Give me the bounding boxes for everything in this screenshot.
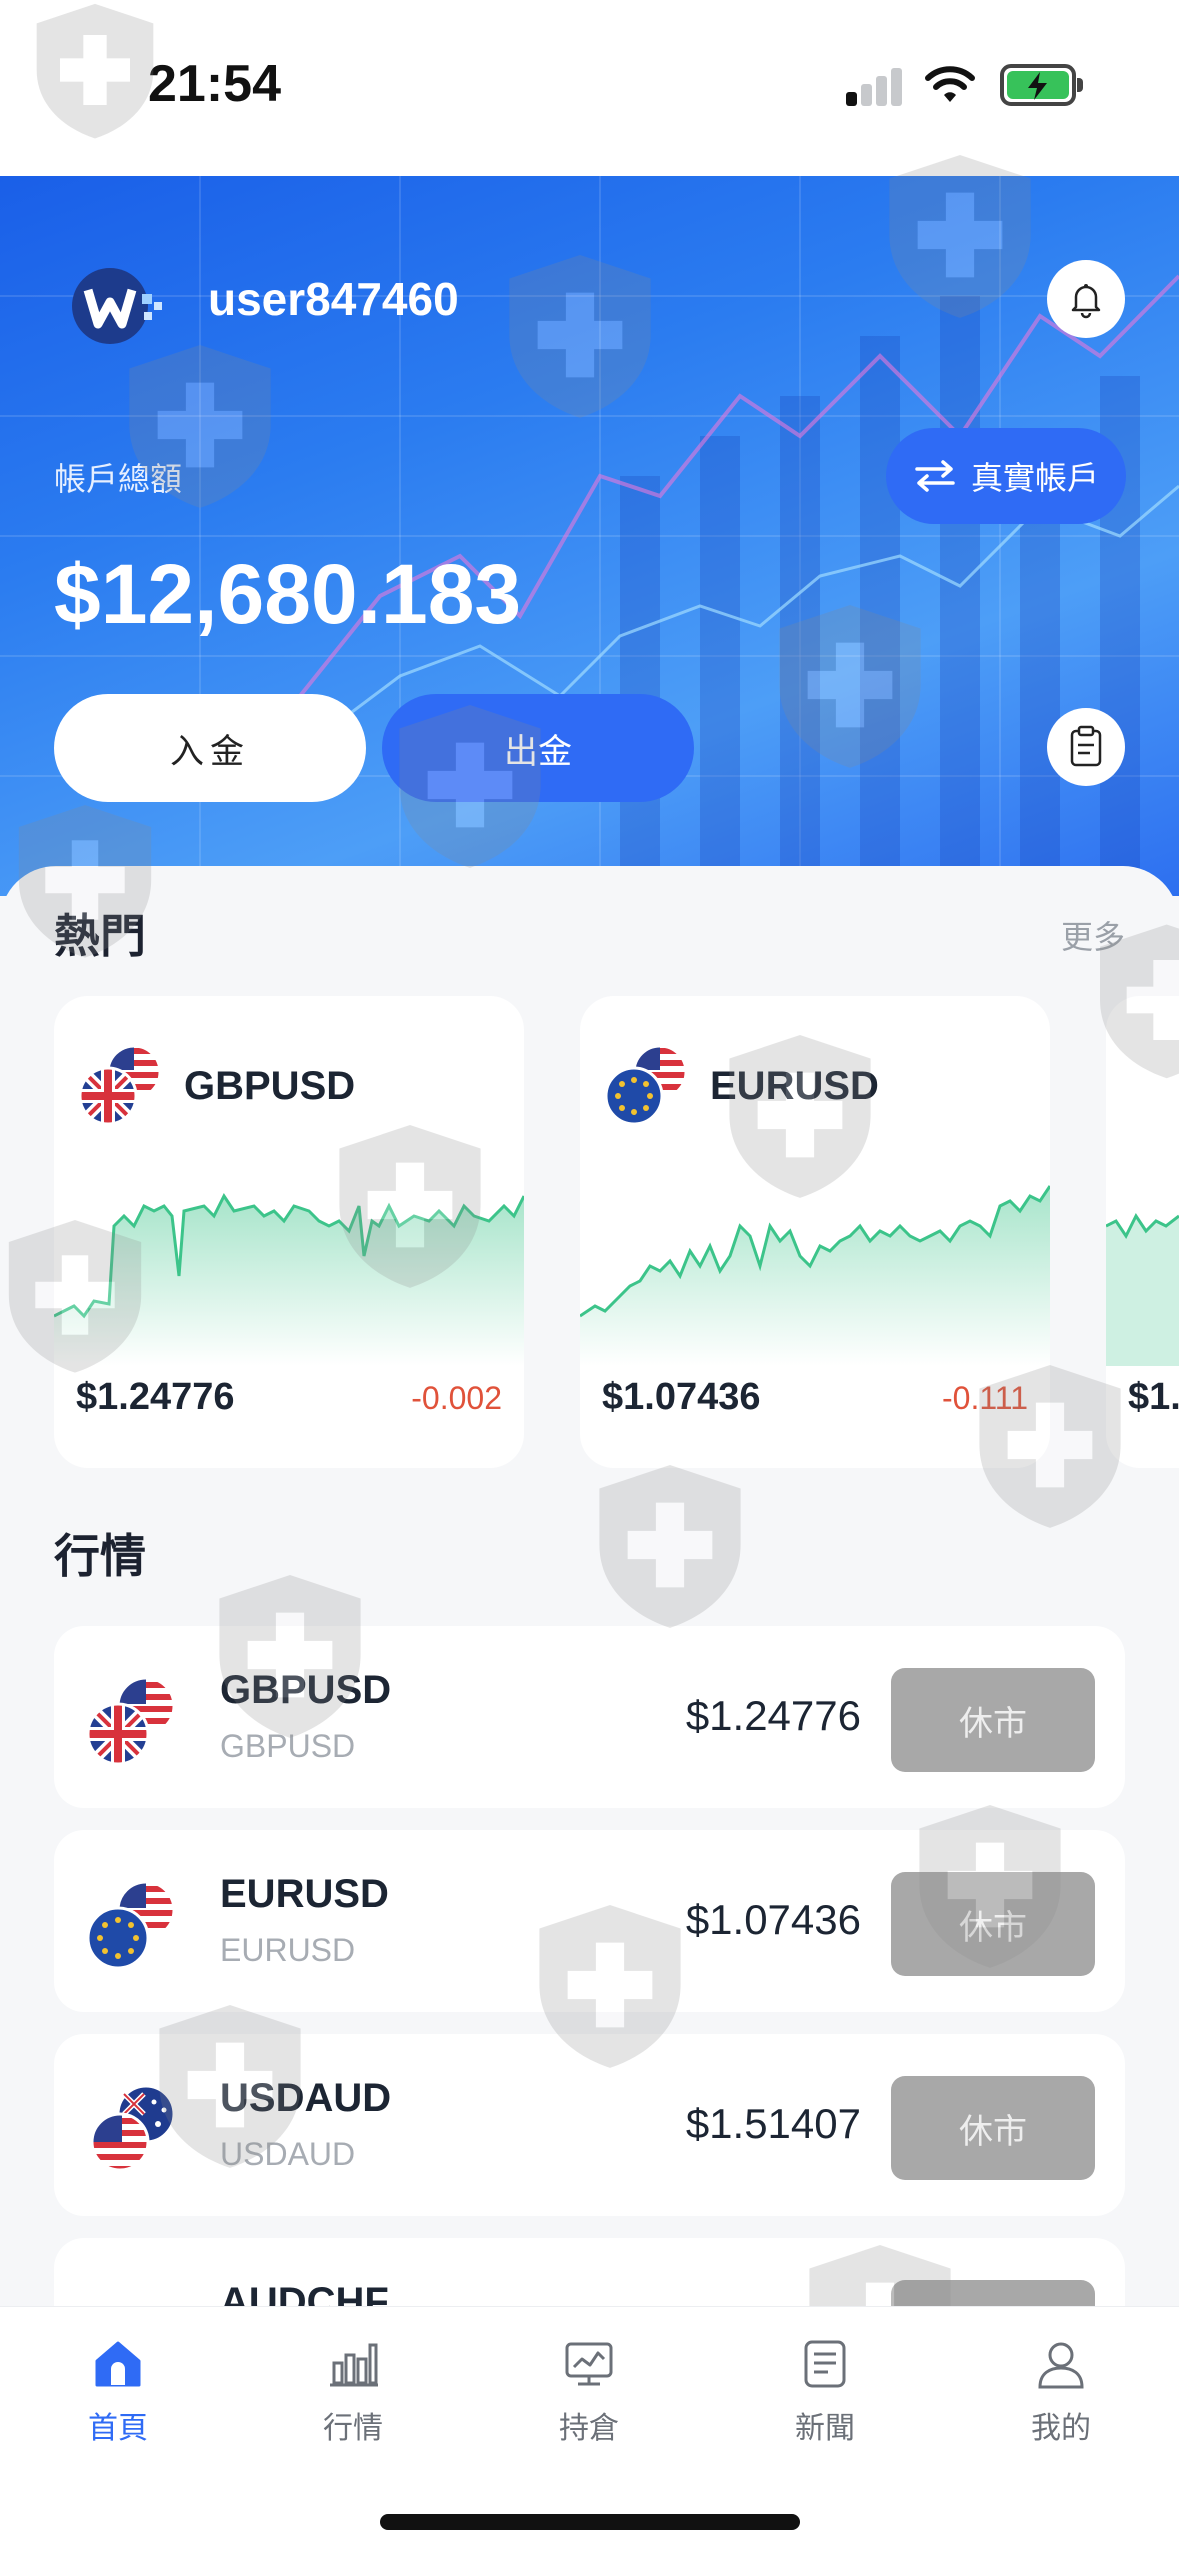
swap-arrows-icon	[915, 460, 955, 492]
hot-card-partial[interactable]: $1.	[1106, 996, 1179, 1468]
tab-home[interactable]: 首頁	[38, 2337, 198, 2457]
account-switch-button[interactable]: 真實帳戶	[886, 428, 1126, 524]
tab-news[interactable]: 新聞	[745, 2337, 905, 2457]
hot-card-pair: EURUSD	[710, 1064, 879, 1108]
market-row-subtitle: GBPUSD	[220, 1728, 356, 1764]
status-bar: 21:54	[0, 0, 1179, 176]
market-section-title: 行情	[54, 1530, 146, 1582]
tab-market[interactable]: 行情	[273, 2337, 433, 2457]
account-switch-label: 真實帳戶	[970, 460, 1099, 496]
eur-usd-flags-icon	[604, 1044, 688, 1126]
market-closed-button[interactable]: 休市	[891, 1872, 1095, 1976]
tab-profile[interactable]: 我的	[981, 2337, 1141, 2457]
hot-section-title: 熱門	[54, 910, 146, 962]
tab-positions[interactable]: 持倉	[509, 2337, 669, 2457]
home-icon	[95, 2341, 141, 2387]
records-button[interactable]	[1047, 708, 1125, 786]
hot-card-change: -0.111	[942, 1380, 1028, 1416]
username: user847460	[208, 273, 459, 325]
market-closed-button[interactable]: 休市	[891, 2076, 1095, 2180]
eur-usd-flags-icon	[86, 1880, 176, 1970]
sparkline-chart	[580, 1185, 1050, 1366]
hot-card-price: $1.	[1128, 1376, 1179, 1418]
hot-card-gbpusd[interactable]: GBPUSD $1.24776 -0.002	[54, 996, 524, 1468]
cellular-signal-icon	[846, 66, 906, 106]
market-row-symbol: GBPUSD	[220, 1668, 392, 1712]
market-row-symbol: EURUSD	[220, 1872, 389, 1916]
hot-card-price: $1.07436	[602, 1376, 761, 1418]
tab-label: 新聞	[795, 2412, 855, 2445]
more-link[interactable]: 更多	[1061, 912, 1125, 958]
market-row-subtitle: EURUSD	[220, 1932, 356, 1968]
home-indicator	[380, 2514, 800, 2530]
hot-card-price: $1.24776	[76, 1376, 235, 1418]
balance-label: 帳戶總額	[54, 461, 183, 497]
account-header: user847460 帳戶總額 真實帳戶 $12,680.183 入金 出金	[0, 176, 1179, 896]
news-icon	[804, 2340, 846, 2388]
hot-card-pair: GBPUSD	[184, 1064, 356, 1108]
tab-label: 我的	[1031, 2412, 1091, 2445]
withdraw-button[interactable]: 出金	[382, 694, 694, 802]
gbp-usd-flags-icon	[78, 1044, 162, 1126]
sparkline-chart	[54, 1193, 524, 1366]
wifi-icon	[925, 66, 975, 102]
sparkline-chart	[1106, 1213, 1179, 1366]
market-row-subtitle: USDAUD	[220, 2136, 356, 2172]
battery-icon	[1000, 64, 1083, 106]
monitor-chart-icon	[565, 2342, 613, 2386]
market-row-price: $1.51407	[685, 2100, 861, 2147]
status-time: 21:54	[148, 55, 281, 113]
hot-card-eurusd[interactable]: EURUSD $1.07436 -0.111	[580, 996, 1050, 1468]
gbp-usd-flags-icon	[86, 1676, 176, 1766]
brand-logo	[66, 256, 166, 356]
deposit-button[interactable]: 入金	[54, 694, 366, 802]
hot-card-change: -0.002	[411, 1380, 502, 1416]
bell-icon	[1071, 284, 1101, 319]
market-closed-button[interactable]: 休市	[891, 1668, 1095, 1772]
market-row-usdaud[interactable]: USDAUD USDAUD $1.51407 休市	[54, 2034, 1125, 2216]
user-icon	[1038, 2342, 1084, 2389]
tab-label: 行情	[323, 2412, 383, 2445]
market-row-gbpusd[interactable]: GBPUSD GBPUSD $1.24776 休市	[54, 1626, 1125, 1808]
market-row-price: $1.24776	[685, 1692, 861, 1739]
notification-button[interactable]	[1047, 260, 1125, 338]
market-row-eurusd[interactable]: EURUSD EURUSD $1.07436 休市	[54, 1830, 1125, 2012]
total-balance: $12,680.183	[54, 547, 522, 641]
market-row-price: $1.07436	[685, 1896, 861, 1943]
usd-aud-flags-icon	[90, 2084, 176, 2172]
tab-label: 首頁	[88, 2412, 148, 2445]
bar-chart-icon	[330, 2343, 378, 2387]
clipboard-icon	[1070, 725, 1102, 767]
tab-label: 持倉	[559, 2412, 619, 2445]
market-row-symbol: USDAUD	[220, 2076, 392, 2120]
